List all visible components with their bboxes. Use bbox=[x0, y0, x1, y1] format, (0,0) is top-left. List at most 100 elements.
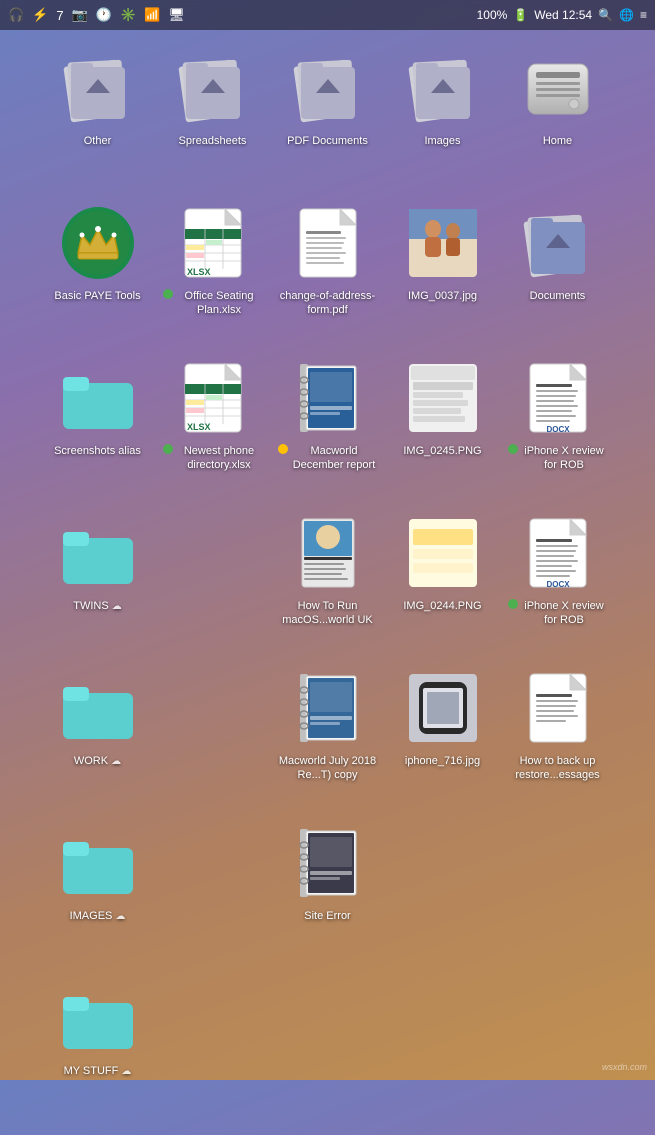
macworld-dec-icon-image bbox=[288, 358, 368, 438]
screenshots-alias-icon-image bbox=[58, 358, 138, 438]
iphone-716-icon-image bbox=[403, 668, 483, 748]
macworld-dec-status-dot bbox=[278, 444, 288, 454]
swift-icon: ⚡ bbox=[32, 7, 48, 23]
control-center-icon[interactable]: ≡ bbox=[640, 8, 647, 22]
svg-text:DOCX: DOCX bbox=[546, 580, 570, 589]
macworld-july-label: Macworld July 2018 Re...T) copy bbox=[278, 754, 378, 783]
display-icon: 🖥 bbox=[168, 7, 185, 23]
siri-icon[interactable]: 🌐 bbox=[619, 8, 634, 22]
desktop-icon-site-error[interactable]: Site Error bbox=[270, 815, 385, 970]
basic-paye-label: Basic PAYE Tools bbox=[54, 289, 140, 303]
desktop-icon-img-0037[interactable]: IMG_0037.jpg bbox=[385, 195, 500, 350]
desktop-icon-work[interactable]: WORK ☁ bbox=[40, 660, 155, 815]
menubar: 🎧 ⚡ 7 📷 🕐 ✳️ 📶 🖥 100% 🔋 Wed 12:54 🔍 🌐 ≡ bbox=[0, 0, 655, 30]
desktop-icon-iphone-x-review1[interactable]: DOCX iPhone X review for ROB bbox=[500, 350, 615, 505]
office-seating-icon-image: XLSX bbox=[173, 203, 253, 283]
time-machine-icon: 🕐 bbox=[96, 7, 112, 23]
site-error-icon-image bbox=[288, 823, 368, 903]
desktop-icon-other[interactable]: Other bbox=[40, 40, 155, 195]
other-icon-image bbox=[58, 48, 138, 128]
my-stuff-label: MY STUFF ☁ bbox=[64, 1064, 132, 1078]
change-of-address-label: change-of-address-form.pdf bbox=[278, 289, 378, 318]
desktop-icon-newest-phone[interactable]: XLSX Newest phone directory.xlsx bbox=[155, 350, 270, 505]
twins-label: TWINS ☁ bbox=[73, 599, 122, 613]
work-label: WORK ☁ bbox=[74, 754, 121, 768]
basic-paye-icon-image bbox=[58, 203, 138, 283]
datetime: Wed 12:54 bbox=[534, 8, 592, 22]
desktop-icon-my-stuff[interactable]: MY STUFF ☁ bbox=[40, 970, 155, 1125]
site-error-label: Site Error bbox=[304, 909, 350, 923]
desktop-icon-change-of-address[interactable]: change-of-address-form.pdf bbox=[270, 195, 385, 350]
documents-icon-image bbox=[518, 203, 598, 283]
work-icon-image bbox=[58, 668, 138, 748]
spreadsheets-icon-image bbox=[173, 48, 253, 128]
how-to-run-label: How To Run macOS...world UK bbox=[278, 599, 378, 628]
battery-percent: 100% bbox=[477, 8, 508, 22]
newest-phone-status-dot bbox=[163, 444, 173, 454]
img-0244-icon-image bbox=[403, 513, 483, 593]
home-label: Home bbox=[543, 134, 572, 148]
desktop-icon-macworld-dec[interactable]: Macworld December report bbox=[270, 350, 385, 505]
how-to-backup-label: How to back up restore...essages bbox=[508, 754, 608, 783]
macworld-dec-label: Macworld December report bbox=[278, 444, 378, 473]
svg-text:XLSX: XLSX bbox=[187, 267, 211, 277]
iphone-x-review2-icon-image: DOCX bbox=[518, 513, 598, 593]
pdf-documents-icon-image bbox=[288, 48, 368, 128]
desktop-icon-iphone-x-review2[interactable]: DOCX iPhone X review for ROB bbox=[500, 505, 615, 660]
battery-icon: 🔋 bbox=[513, 8, 528, 22]
wifi-icon: 📶 bbox=[144, 7, 160, 23]
headphones-icon: 🎧 bbox=[8, 7, 24, 23]
desktop-icon-spreadsheets[interactable]: Spreadsheets bbox=[155, 40, 270, 195]
twins-icon-image bbox=[58, 513, 138, 593]
documents-label: Documents bbox=[530, 289, 586, 303]
desktop-icon-home[interactable]: Home bbox=[500, 40, 615, 195]
iphone-716-label: iphone_716.jpg bbox=[405, 754, 480, 768]
images-label: Images bbox=[424, 134, 460, 148]
desktop-icon-iphone-716[interactable]: iphone_716.jpg bbox=[385, 660, 500, 815]
newest-phone-icon-image: XLSX bbox=[173, 358, 253, 438]
search-icon[interactable]: 🔍 bbox=[598, 8, 613, 22]
desktop-icon-screenshots-alias[interactable]: Screenshots alias bbox=[40, 350, 155, 505]
pdf-documents-label: PDF Documents bbox=[287, 134, 368, 148]
desktop-icon-macworld-july[interactable]: Macworld July 2018 Re...T) copy bbox=[270, 660, 385, 815]
my-stuff-icon-image bbox=[58, 978, 138, 1058]
svg-text:DOCX: DOCX bbox=[546, 425, 570, 434]
desktop-icon-pdf-documents[interactable]: PDF Documents bbox=[270, 40, 385, 195]
screenshot-icon: 📷 bbox=[72, 7, 88, 23]
desktop-icon-office-seating[interactable]: XLSX Office Seating Plan.xlsx bbox=[155, 195, 270, 350]
iphone-x-review2-status-dot bbox=[508, 599, 518, 609]
images-folder-icon-image bbox=[58, 823, 138, 903]
macworld-july-icon-image bbox=[288, 668, 368, 748]
desktop-icon-images[interactable]: Images bbox=[385, 40, 500, 195]
desktop-icon-how-to-run[interactable]: How To Run macOS...world UK bbox=[270, 505, 385, 660]
svg-text:XLSX: XLSX bbox=[187, 422, 211, 432]
focus-icon: ✳️ bbox=[120, 7, 136, 23]
desktop-icon-img-0244[interactable]: IMG_0244.PNG bbox=[385, 505, 500, 660]
how-to-backup-icon-image bbox=[518, 668, 598, 748]
img-0037-icon-image bbox=[403, 203, 483, 283]
change-of-address-icon-image bbox=[288, 203, 368, 283]
watermark: wsxdn.com bbox=[602, 1062, 647, 1072]
iphone-x-review1-label: iPhone X review for ROB bbox=[508, 444, 608, 473]
desktop: Other Spreadsheets PDF Documents Images bbox=[0, 30, 655, 1135]
iphone-x-review1-icon-image: DOCX bbox=[518, 358, 598, 438]
desktop-icon-basic-paye[interactable]: Basic PAYE Tools bbox=[40, 195, 155, 350]
desktop-icon-twins[interactable]: TWINS ☁ bbox=[40, 505, 155, 660]
img-0245-icon-image bbox=[403, 358, 483, 438]
screenshots-alias-label: Screenshots alias bbox=[54, 444, 141, 458]
badge-count: 7 bbox=[56, 8, 63, 23]
office-seating-status-dot bbox=[163, 289, 173, 299]
desktop-icon-images-folder[interactable]: IMAGES ☁ bbox=[40, 815, 155, 970]
spreadsheets-label: Spreadsheets bbox=[179, 134, 247, 148]
desktop-icon-how-to-backup[interactable]: How to back up restore...essages bbox=[500, 660, 615, 815]
other-label: Other bbox=[84, 134, 112, 148]
iphone-x-review1-status-dot bbox=[508, 444, 518, 454]
menubar-left: 🎧 ⚡ 7 📷 🕐 ✳️ 📶 🖥 bbox=[8, 7, 185, 23]
img-0244-label: IMG_0244.PNG bbox=[403, 599, 481, 613]
iphone-x-review2-label: iPhone X review for ROB bbox=[508, 599, 608, 628]
desktop-icon-documents[interactable]: Documents bbox=[500, 195, 615, 350]
how-to-run-icon-image bbox=[288, 513, 368, 593]
office-seating-label: Office Seating Plan.xlsx bbox=[163, 289, 263, 318]
img-0245-label: IMG_0245.PNG bbox=[403, 444, 481, 458]
desktop-icon-img-0245[interactable]: IMG_0245.PNG bbox=[385, 350, 500, 505]
